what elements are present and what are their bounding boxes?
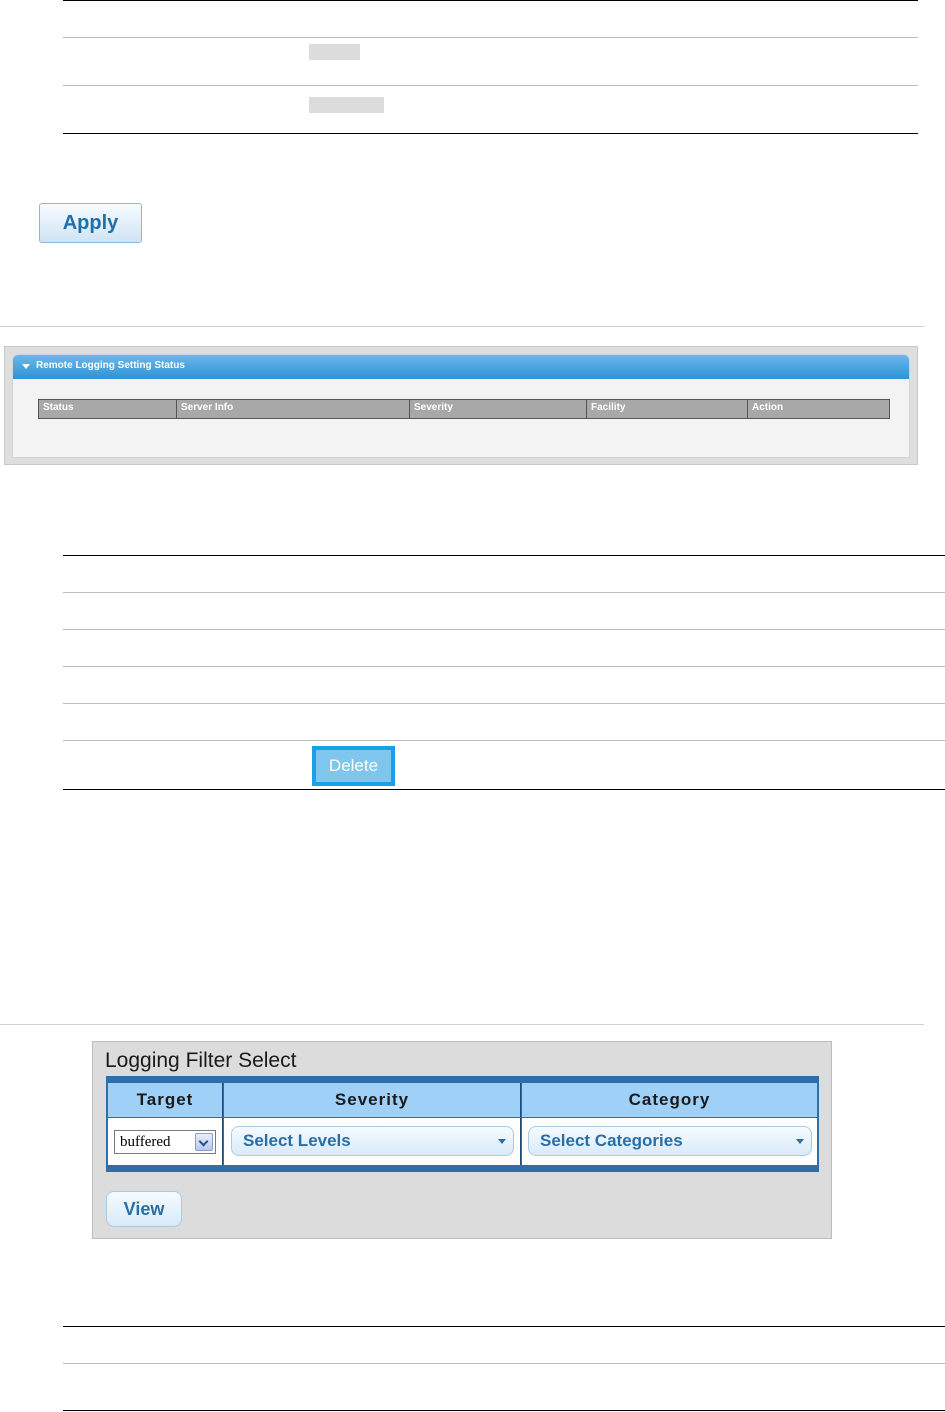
panel-title: Logging Filter Select xyxy=(105,1049,297,1072)
chevron-down-icon[interactable] xyxy=(195,1133,213,1151)
section-separator xyxy=(0,326,924,327)
collapse-triangle-icon[interactable] xyxy=(22,364,30,369)
table-rule xyxy=(63,629,945,630)
severity-select[interactable]: Select Levels xyxy=(231,1126,514,1156)
table-rule-bottom xyxy=(63,789,945,790)
panel-title: Remote Logging Setting Status xyxy=(36,360,185,371)
table-rule-top xyxy=(63,555,945,556)
table-rule-top xyxy=(63,0,918,1)
target-select[interactable]: buffered xyxy=(114,1130,216,1154)
view-button[interactable]: View xyxy=(106,1191,182,1227)
column-header-target: Target xyxy=(108,1083,223,1117)
logging-filter-panel: Logging Filter Select Target Severity Ca… xyxy=(92,1041,832,1239)
table-rule xyxy=(63,703,945,704)
panel-header[interactable]: Remote Logging Setting Status xyxy=(13,355,909,379)
table-rule xyxy=(63,1363,945,1364)
delete-button[interactable]: Delete xyxy=(312,746,395,786)
section-separator xyxy=(0,1024,924,1025)
column-header-status: Status xyxy=(39,400,177,418)
column-header-facility: Facility xyxy=(587,400,748,418)
column-header-severity: Severity xyxy=(410,400,587,418)
table-rule xyxy=(63,666,945,667)
category-select-value: Select Categories xyxy=(540,1131,683,1150)
caret-down-icon xyxy=(796,1139,804,1144)
table-rule-bottom xyxy=(63,133,918,134)
blank-field xyxy=(309,44,360,60)
table-rule-top xyxy=(63,1326,945,1327)
apply-button[interactable]: Apply xyxy=(39,203,142,243)
remote-logging-status-panel: Remote Logging Setting Status Status Ser… xyxy=(4,346,918,465)
column-header-severity: Severity xyxy=(224,1083,521,1117)
column-header-category: Category xyxy=(522,1083,817,1117)
blank-field xyxy=(309,97,384,113)
table-rule xyxy=(63,85,918,86)
caret-down-icon xyxy=(498,1139,506,1144)
table-rule xyxy=(63,740,945,741)
logging-filter-table: Target Severity Category buffered Select… xyxy=(106,1076,819,1172)
column-header-action: Action xyxy=(752,402,784,413)
column-header-server-info: Server Info xyxy=(177,400,410,418)
table-rule-bottom xyxy=(63,1410,945,1411)
remote-logging-status-box: Remote Logging Setting Status Status Ser… xyxy=(12,354,910,458)
remote-logging-table-header: Status Server Info Severity Facility Act… xyxy=(38,399,890,419)
table-rule xyxy=(63,37,918,38)
severity-cell: Select Levels xyxy=(224,1118,521,1165)
category-select[interactable]: Select Categories xyxy=(528,1126,812,1156)
target-cell: buffered xyxy=(108,1118,223,1165)
table-rule xyxy=(63,592,945,593)
severity-select-value: Select Levels xyxy=(243,1131,351,1150)
target-select-value: buffered xyxy=(120,1134,171,1150)
category-cell: Select Categories xyxy=(522,1118,817,1165)
